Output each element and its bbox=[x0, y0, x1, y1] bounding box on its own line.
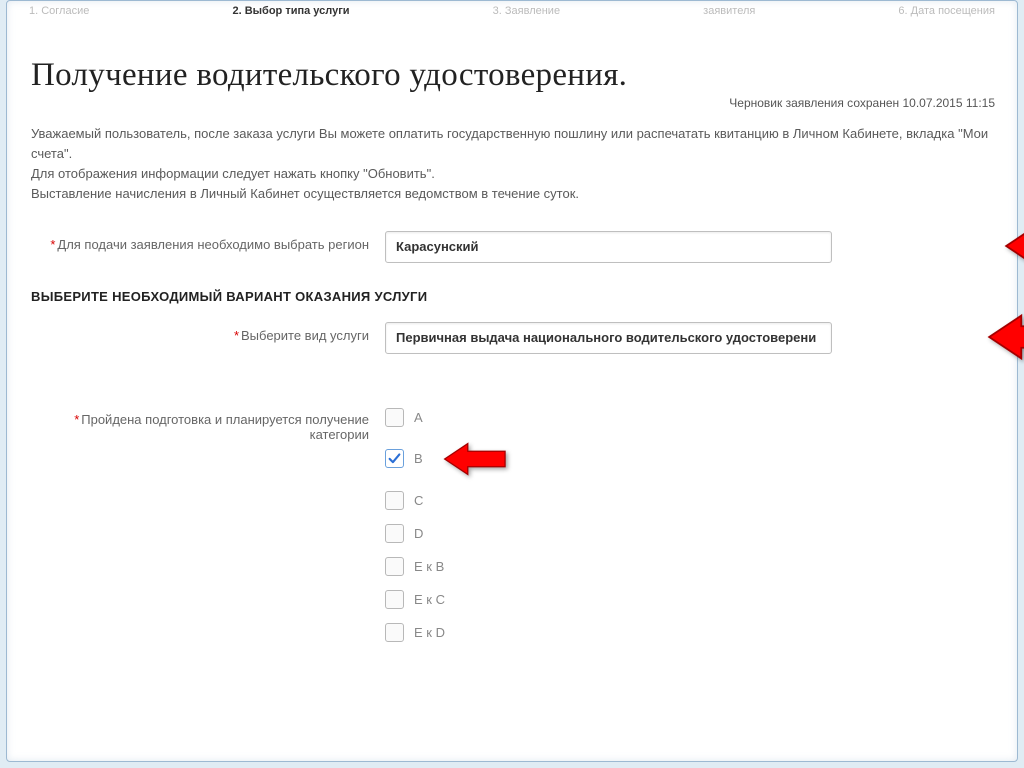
intro-text: Уважаемый пользователь, после заказа усл… bbox=[31, 124, 989, 205]
checkbox[interactable] bbox=[385, 524, 404, 543]
label-region-text: Для подачи заявления необходимо выбрать … bbox=[57, 237, 369, 252]
checkbox[interactable] bbox=[385, 408, 404, 427]
checkbox-label: E к B bbox=[414, 559, 444, 574]
checkbox[interactable] bbox=[385, 590, 404, 609]
region-select[interactable] bbox=[385, 231, 832, 263]
step-5[interactable]: 6. Дата посещения bbox=[898, 5, 995, 17]
checkbox-label: E к D bbox=[414, 625, 445, 640]
step-4[interactable]: заявителя bbox=[703, 5, 755, 17]
page-frame: 1. Согласие 2. Выбор типа услуги 3. Заяв… bbox=[6, 0, 1018, 762]
row-service-type: *Выберите вид услуги bbox=[25, 322, 999, 354]
category-option[interactable]: D bbox=[385, 524, 999, 543]
step-3[interactable]: 3. Заявление bbox=[493, 5, 560, 17]
label-category: *Пройдена подготовка и планируется получ… bbox=[25, 406, 385, 442]
category-option[interactable]: A bbox=[385, 408, 999, 427]
category-option[interactable]: C bbox=[385, 491, 999, 510]
annotation-arrow-icon bbox=[443, 441, 508, 477]
category-option[interactable]: E к C bbox=[385, 590, 999, 609]
checkbox-label: A bbox=[414, 410, 423, 425]
label-service-text: Выберите вид услуги bbox=[241, 328, 369, 343]
intro-line-1: Уважаемый пользователь, после заказа усл… bbox=[31, 124, 989, 164]
service-type-select[interactable] bbox=[385, 322, 832, 354]
wizard-steps: 1. Согласие 2. Выбор типа услуги 3. Заяв… bbox=[25, 1, 999, 29]
checkbox-label: E к C bbox=[414, 592, 445, 607]
label-service-type: *Выберите вид услуги bbox=[25, 322, 385, 343]
section-heading: ВЫБЕРИТЕ НЕОБХОДИМЫЙ ВАРИАНТ ОКАЗАНИЯ УС… bbox=[31, 289, 999, 304]
intro-line-2: Для отображения информации следует нажат… bbox=[31, 164, 989, 184]
intro-line-3: Выставление начисления в Личный Кабинет … bbox=[31, 184, 989, 204]
page-title: Получение водительского удостоверения. bbox=[31, 57, 999, 94]
checkbox-label: D bbox=[414, 526, 423, 541]
annotation-arrow-icon bbox=[987, 312, 1024, 362]
label-category-text: Пройдена подготовка и планируется получе… bbox=[81, 412, 369, 442]
annotation-arrow-icon bbox=[1004, 221, 1024, 271]
row-category: *Пройдена подготовка и планируется получ… bbox=[25, 406, 999, 642]
checkbox-label: C bbox=[414, 493, 423, 508]
checkbox[interactable] bbox=[385, 557, 404, 576]
step-1[interactable]: 1. Согласие bbox=[29, 5, 89, 17]
checkbox[interactable] bbox=[385, 623, 404, 642]
category-checkbox-list: A B C D E к B E к C E к D bbox=[385, 406, 999, 642]
checkbox[interactable] bbox=[385, 491, 404, 510]
label-region: *Для подачи заявления необходимо выбрать… bbox=[25, 231, 385, 252]
category-option[interactable]: B bbox=[385, 441, 999, 477]
checkbox-label: B bbox=[414, 451, 423, 466]
draft-saved-info: Черновик заявления сохранен 10.07.2015 1… bbox=[25, 96, 995, 110]
row-region: *Для подачи заявления необходимо выбрать… bbox=[25, 231, 999, 263]
category-option[interactable]: E к B bbox=[385, 557, 999, 576]
step-2[interactable]: 2. Выбор типа услуги bbox=[232, 5, 349, 17]
category-option[interactable]: E к D bbox=[385, 623, 999, 642]
checkbox[interactable] bbox=[385, 449, 404, 468]
